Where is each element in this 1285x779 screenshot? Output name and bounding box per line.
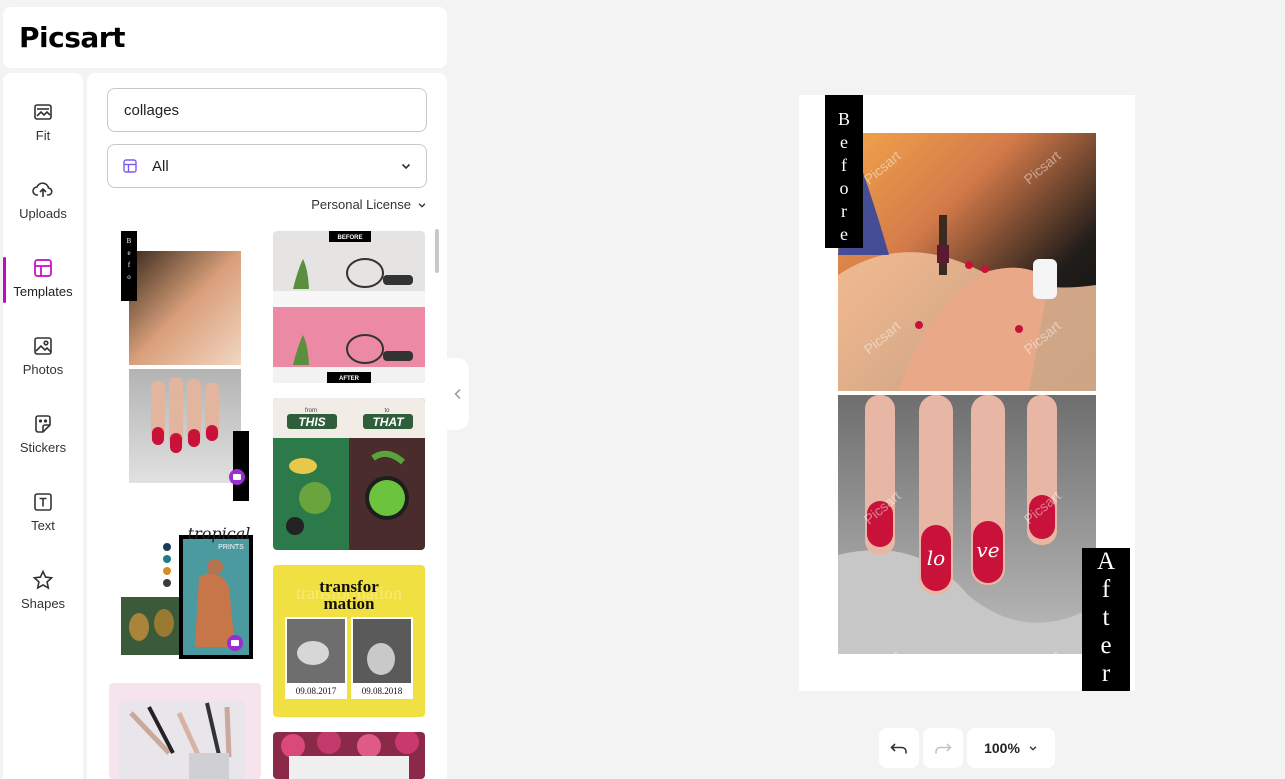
rail-item-photos[interactable]: Photos: [3, 321, 83, 385]
before-badge: BEFORE: [337, 235, 362, 241]
stickers-icon: [35, 415, 51, 433]
chevron-left-icon: [454, 388, 461, 400]
template-thumb-before-after-room[interactable]: BEFORE AFTER: [273, 231, 425, 383]
label-letter: e: [840, 224, 848, 244]
after-label-block[interactable]: After: [1082, 548, 1130, 691]
chevron-down-icon: [418, 202, 426, 208]
label-letter: B: [837, 109, 850, 129]
svg-text:lo: lo: [927, 546, 945, 570]
after-badge: AFTER: [339, 376, 360, 382]
svg-text:B: B: [127, 237, 132, 245]
license-label: Personal License: [311, 197, 411, 212]
search-input[interactable]: [107, 88, 427, 132]
collapse-panel-button[interactable]: [447, 358, 469, 430]
photos-icon: [34, 337, 52, 355]
logo-card: Picsart: [3, 7, 447, 68]
design-canvas[interactable]: lo ve Picsart Picsart Picsart Picsart Pi…: [799, 95, 1135, 691]
to-label: to: [384, 408, 390, 414]
tropical-script: tropical: [188, 524, 251, 543]
undo-icon: [890, 743, 907, 754]
label-letter: t: [1102, 604, 1110, 631]
rail-label: Uploads: [19, 206, 67, 221]
rail-label: Stickers: [19, 440, 67, 455]
fit-icon: [34, 104, 52, 120]
rail-label: Text: [31, 518, 55, 533]
rail-item-text[interactable]: Text: [3, 477, 83, 541]
filter-value: All: [152, 157, 169, 175]
tool-rail: Fit Uploads Templates Photos Stickers Te…: [3, 73, 83, 779]
mation-label: mation: [324, 594, 376, 613]
templates-icon: [123, 159, 137, 173]
template-thumb-this-that[interactable]: from THIS to THAT: [273, 398, 425, 550]
picsart-logo[interactable]: Picsart: [19, 21, 125, 54]
redo-button[interactable]: [923, 728, 963, 768]
text-icon: [34, 493, 52, 511]
rail-item-stickers[interactable]: Stickers: [3, 399, 83, 463]
template-thumb-tropical-prints[interactable]: tropical PRINTS: [109, 517, 259, 663]
prints-label: PRINTS: [218, 544, 244, 551]
template-thumb-transformation[interactable]: transformation transfor mation 09.08.201…: [273, 565, 425, 717]
rail-item-uploads[interactable]: Uploads: [3, 165, 83, 229]
label-letter: A: [1096, 548, 1116, 575]
rail-item-shapes[interactable]: Shapes: [3, 555, 83, 619]
rail-label: Fit: [35, 128, 51, 143]
templates-icon: [34, 259, 52, 277]
that-label: THAT: [372, 415, 405, 429]
license-dropdown[interactable]: Personal License: [311, 197, 427, 212]
undo-button[interactable]: [879, 728, 919, 768]
label-letter: r: [841, 201, 847, 221]
templates-panel: All Personal License B e f: [87, 73, 447, 779]
svg-text:ve: ve: [976, 538, 999, 562]
template-thumb-before-after-nails[interactable]: B e f o: [109, 231, 251, 503]
panel-scrollbar[interactable]: [435, 229, 439, 273]
template-thumb-makeup-brushes[interactable]: [109, 683, 261, 779]
category-filter-select[interactable]: All: [107, 144, 427, 188]
before-label-block[interactable]: Before: [825, 95, 863, 248]
redo-icon: [935, 743, 952, 754]
svg-text:o: o: [127, 273, 131, 281]
template-thumb-pink-flowers[interactable]: [273, 732, 425, 779]
label-letter: r: [1101, 660, 1111, 687]
from-label: from: [305, 408, 317, 414]
date-after: 09.08.2018: [362, 686, 403, 696]
chevron-down-icon: [401, 163, 411, 170]
label-letter: e: [840, 132, 848, 152]
label-letter: f: [1101, 576, 1111, 603]
this-label: THIS: [298, 415, 325, 429]
label-letter: f: [841, 155, 847, 175]
rail-label: Photos: [22, 362, 64, 377]
svg-text:e: e: [127, 249, 130, 257]
chevron-down-icon: [1029, 746, 1037, 751]
label-letter: e: [1100, 632, 1112, 659]
date-before: 09.08.2017: [296, 686, 337, 696]
rail-label: Templates: [13, 284, 73, 299]
zoom-select[interactable]: 100%: [967, 728, 1055, 768]
zoom-value: 100%: [984, 740, 1020, 756]
upload-cloud-icon: [32, 182, 53, 197]
label-letter: o: [839, 178, 849, 198]
rail-item-fit[interactable]: Fit: [3, 87, 83, 151]
star-icon: [32, 569, 54, 590]
rail-label: Shapes: [20, 596, 66, 611]
rail-item-templates[interactable]: Templates: [3, 243, 83, 307]
